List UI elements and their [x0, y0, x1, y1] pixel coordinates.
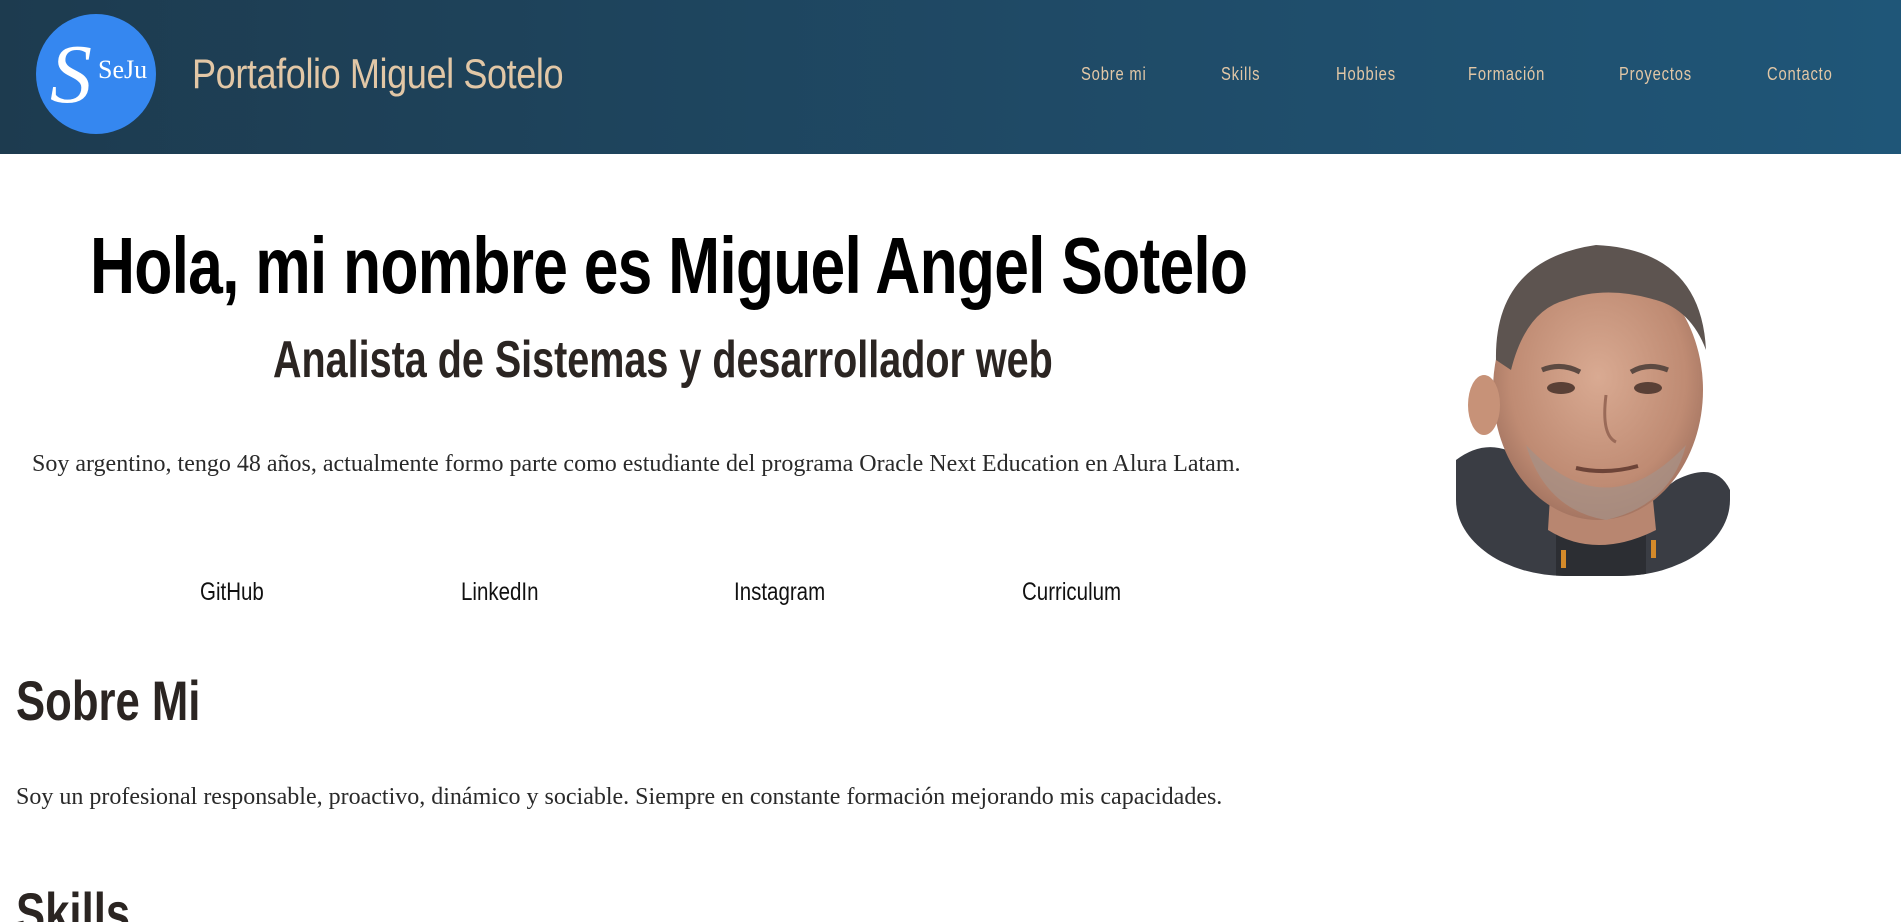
- curriculum-link[interactable]: Curriculum: [1022, 578, 1121, 607]
- hero-title: Hola, mi nombre es Miguel Angel Sotelo: [90, 221, 1248, 310]
- skills-title: Skills: [16, 881, 131, 922]
- hero-subtitle: Analista de Sistemas y desarrollador web: [273, 331, 1053, 389]
- about-text: Soy un profesional responsable, proactiv…: [16, 784, 1223, 810]
- site-header: S SeJu Portafolio Miguel Sotelo Sobre mi…: [0, 0, 1901, 154]
- about-title: Sobre Mi: [16, 669, 201, 732]
- github-link[interactable]: GitHub: [200, 578, 264, 607]
- social-links: GitHub LinkedIn Instagram Curriculum: [0, 578, 1200, 614]
- nav-link-formacion[interactable]: Formación: [1468, 64, 1545, 85]
- main-nav: Sobre mi Skills Hobbies Formación Proyec…: [0, 64, 1901, 92]
- nav-link-proyectos[interactable]: Proyectos: [1619, 64, 1692, 85]
- profile-portrait-image: [1456, 230, 1730, 576]
- profile-photo: [1456, 230, 1730, 576]
- nav-link-hobbies[interactable]: Hobbies: [1336, 64, 1396, 85]
- instagram-link[interactable]: Instagram: [734, 578, 825, 607]
- intro-paragraph: Soy argentino, tengo 48 años, actualment…: [32, 451, 1241, 477]
- nav-link-skills[interactable]: Skills: [1221, 64, 1260, 85]
- nav-link-contacto[interactable]: Contacto: [1767, 64, 1833, 85]
- linkedin-link[interactable]: LinkedIn: [461, 578, 539, 607]
- nav-link-sobre-mi[interactable]: Sobre mi: [1081, 64, 1147, 85]
